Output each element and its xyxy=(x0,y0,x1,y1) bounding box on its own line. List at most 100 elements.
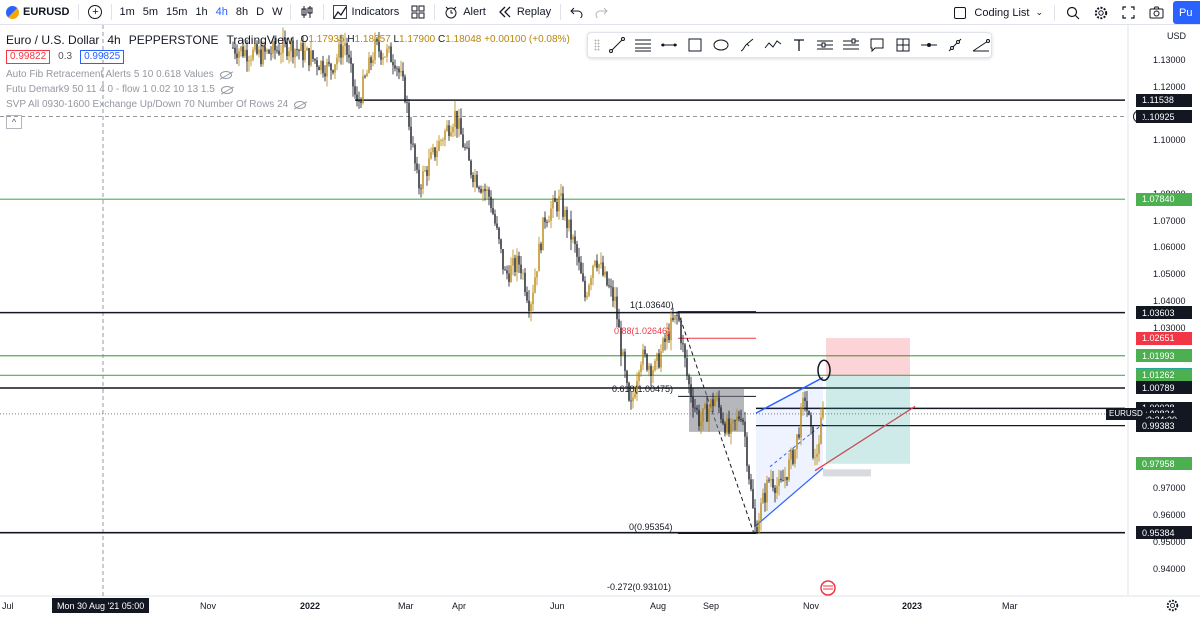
indicator-row-fib[interactable]: Auto Fib Retracement Alerts 5 10 0.618 V… xyxy=(6,67,570,82)
timeframe-w[interactable]: W xyxy=(268,0,286,25)
eye-hidden-icon[interactable] xyxy=(294,100,307,109)
legend-symbol-row: Euro / U.S. Dollar 4h PEPPERSTONE Tradin… xyxy=(6,32,570,47)
replay-button[interactable]: Replay xyxy=(492,0,557,25)
candle-body xyxy=(556,202,558,212)
timeframe-8h[interactable]: 8h xyxy=(232,0,252,25)
price-tag[interactable]: 1.02651 xyxy=(1136,331,1192,345)
timeframe-1h[interactable]: 1h xyxy=(191,0,211,25)
candle-body xyxy=(594,260,596,266)
crosshair-box-tool[interactable] xyxy=(893,36,912,55)
candle-body xyxy=(652,370,654,377)
price-line-tool[interactable] xyxy=(919,36,938,55)
price-tag[interactable]: 0.99383 xyxy=(1136,419,1192,433)
candle-body xyxy=(726,418,728,434)
layout-button[interactable]: Coding List ⌄ xyxy=(948,0,1049,25)
buy-price-box[interactable]: 0.99825 xyxy=(80,49,125,64)
time-tick-label: Sep xyxy=(703,601,720,611)
layout-square-icon xyxy=(954,6,967,19)
search-button[interactable] xyxy=(1060,0,1086,25)
price-tag[interactable]: 1.01993 xyxy=(1136,349,1192,363)
horizontal-line-icon xyxy=(660,43,677,47)
timeframe-5m[interactable]: 5m xyxy=(139,0,162,25)
snapshot-button[interactable] xyxy=(1143,0,1170,25)
price-tag[interactable]: 1.03603 xyxy=(1136,306,1192,320)
eye-hidden-icon[interactable] xyxy=(219,70,232,79)
symbol-search-button[interactable]: EURUSD xyxy=(0,0,75,25)
add-alert-plus-icon[interactable]: + xyxy=(1133,110,1146,124)
candle-body xyxy=(582,273,584,281)
candle-body xyxy=(422,171,424,189)
alert-button[interactable]: Alert xyxy=(438,0,492,25)
candle-body xyxy=(608,285,610,287)
fib-tool[interactable] xyxy=(633,36,652,55)
templates-button[interactable] xyxy=(405,0,431,25)
candle-body xyxy=(546,222,548,223)
candle-body xyxy=(706,404,708,422)
alarm-clock-icon xyxy=(445,6,457,19)
sell-price-box[interactable]: 0.99822 xyxy=(6,49,51,64)
price-tag[interactable]: 0.97958 xyxy=(1136,457,1192,471)
candle-body xyxy=(692,396,694,408)
timeframe-4h[interactable]: 4h xyxy=(212,0,232,25)
trend-line-tool[interactable] xyxy=(607,36,626,55)
candle-body xyxy=(626,370,628,384)
indicator-row-demark[interactable]: Futu Demark9 50 11 4 0 - flow 1 0.02 10 … xyxy=(6,82,570,97)
candle-body xyxy=(712,399,714,407)
price-tag[interactable]: 1.01262 xyxy=(1136,368,1192,382)
candle-body xyxy=(560,193,562,196)
toolbar-right-group: Coding List ⌄ xyxy=(948,0,1170,25)
axis-settings-button[interactable] xyxy=(1166,599,1179,615)
candle-body xyxy=(512,258,514,266)
channel-tool[interactable] xyxy=(815,36,834,55)
pitchfork-icon xyxy=(842,38,859,50)
candle-body xyxy=(506,270,508,274)
candle-body xyxy=(614,296,616,301)
candle-body xyxy=(528,300,530,312)
collapse-legend-button[interactable]: ^ xyxy=(6,115,22,129)
trend-angle-tool[interactable] xyxy=(971,36,990,55)
fib-level-label: 0(0.95354) xyxy=(629,521,673,532)
rectangle-tool[interactable] xyxy=(685,36,704,55)
drag-handle-icon[interactable] xyxy=(594,39,600,51)
candle-body xyxy=(700,421,702,427)
undo-button[interactable] xyxy=(564,0,589,25)
compare-symbol-button[interactable]: + xyxy=(82,0,108,25)
eye-hidden-icon[interactable] xyxy=(220,85,233,94)
currency-label[interactable]: USD xyxy=(1167,31,1186,41)
price-tag[interactable]: 0.95384 xyxy=(1136,526,1192,540)
text-tool[interactable] xyxy=(789,36,808,55)
candle-body xyxy=(720,407,722,420)
pitchfork-tool[interactable] xyxy=(841,36,860,55)
path-tool[interactable] xyxy=(763,36,782,55)
ray-tool[interactable] xyxy=(945,36,964,55)
ellipse-tool[interactable] xyxy=(711,36,730,55)
candle-body xyxy=(420,188,422,190)
candle-body xyxy=(740,419,742,420)
candle-body xyxy=(482,189,484,193)
indicators-button[interactable]: Indicators xyxy=(327,0,406,25)
timeframe-1m[interactable]: 1m xyxy=(115,0,138,25)
timeframe-d[interactable]: D xyxy=(252,0,268,25)
symbol-price-tag[interactable]: EURUSD xyxy=(1106,407,1146,420)
publish-button[interactable]: Pu xyxy=(1173,1,1200,24)
candle-body xyxy=(516,255,518,273)
candle-body xyxy=(800,406,802,438)
brush-tool[interactable] xyxy=(737,36,756,55)
fullscreen-button[interactable] xyxy=(1116,0,1141,25)
candle-body xyxy=(822,409,824,418)
candle-body xyxy=(658,353,660,368)
candle-body xyxy=(808,410,810,416)
candle-body xyxy=(812,426,814,458)
price-tag[interactable]: 1.11538 xyxy=(1136,93,1192,107)
price-tag[interactable]: 1.00789 xyxy=(1136,381,1192,395)
fib-retracement-icon xyxy=(634,39,651,52)
callout-tool[interactable] xyxy=(867,36,886,55)
settings-button[interactable] xyxy=(1088,0,1114,25)
chart-type-button[interactable] xyxy=(294,0,320,25)
candle-body xyxy=(796,434,798,450)
price-tag[interactable]: 1.07840 xyxy=(1136,192,1192,206)
redo-button[interactable] xyxy=(589,0,614,25)
horizontal-line-tool[interactable] xyxy=(659,36,678,55)
timeframe-15m[interactable]: 15m xyxy=(162,0,191,25)
indicator-row-svp[interactable]: SVP All 0930-1600 Exchange Up/Down 70 Nu… xyxy=(6,97,570,112)
